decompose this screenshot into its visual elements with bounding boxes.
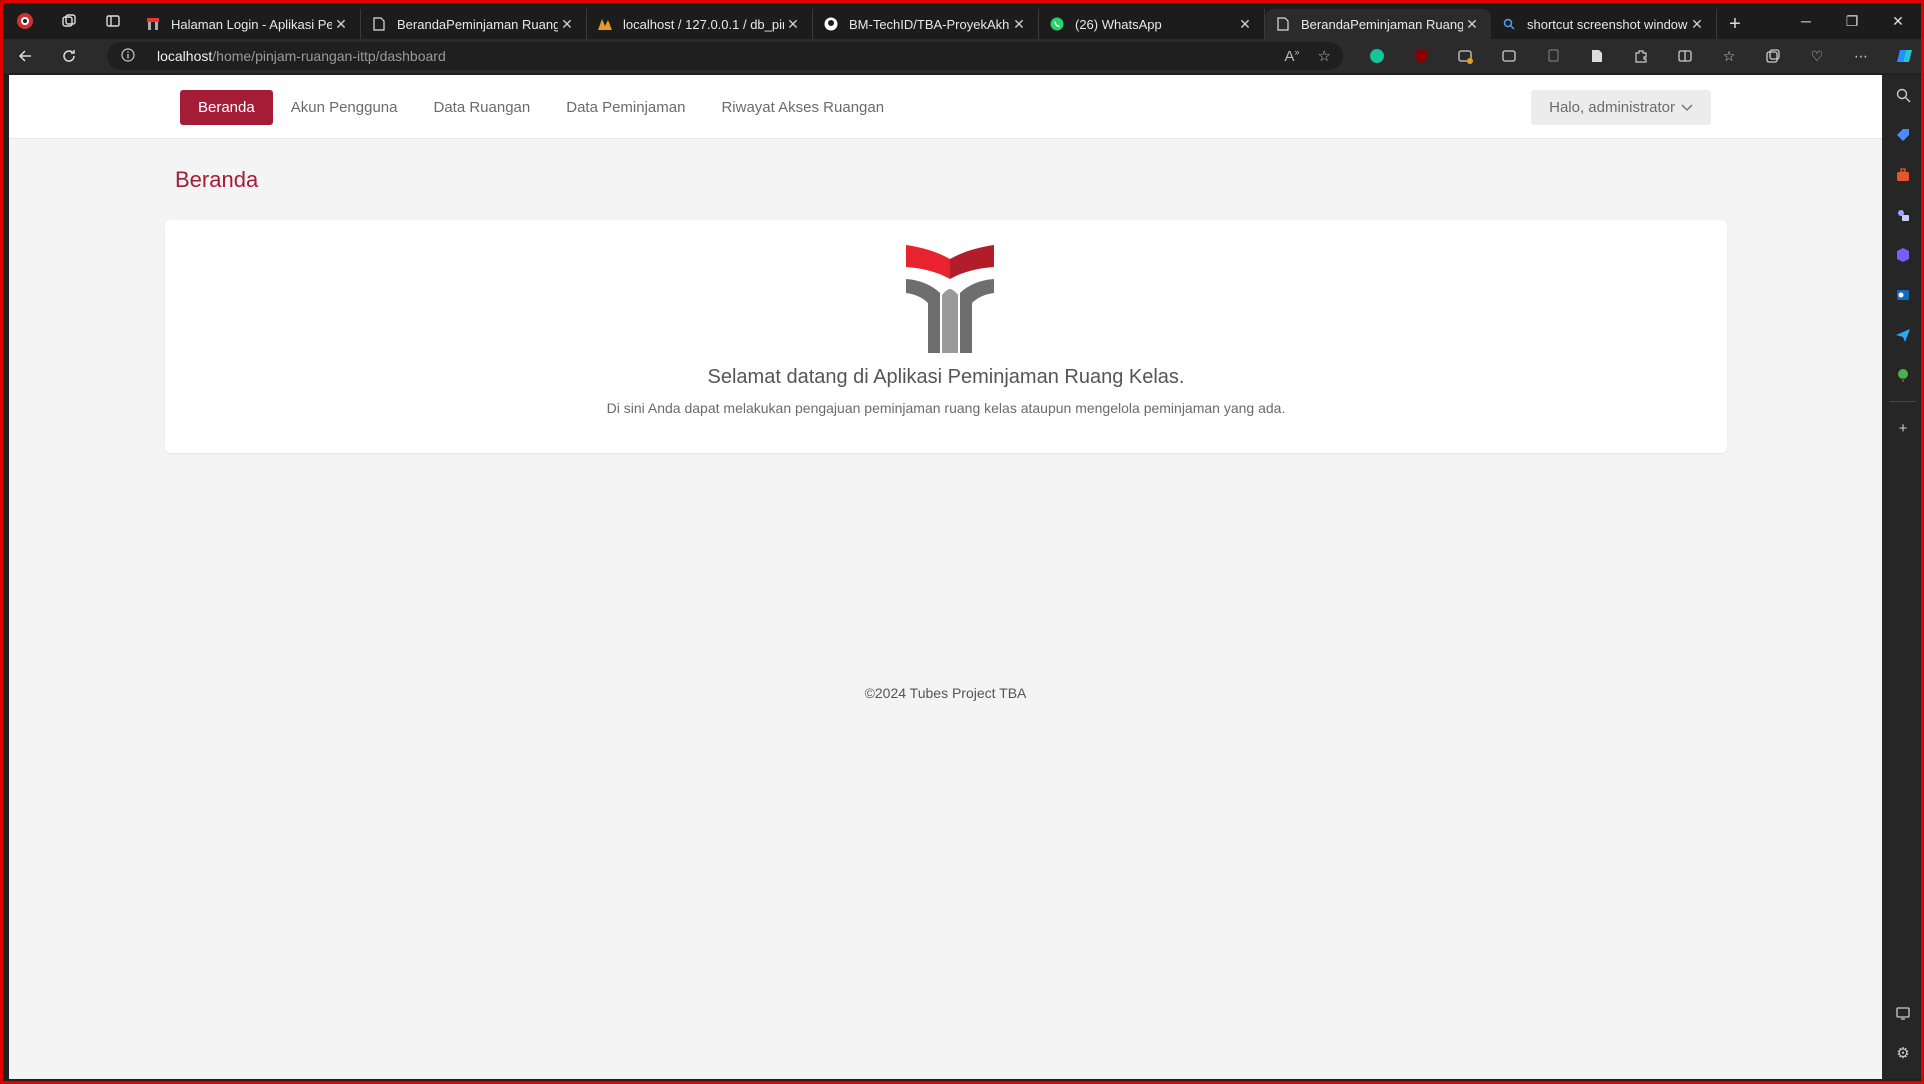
tab-title: BerandaPeminjaman Ruangan [1301,16,1463,32]
user-menu-button[interactable]: Halo, administrator [1531,90,1711,125]
browser-toolbar: localhost/home/pinjam-ruangan-ittp/dashb… [3,39,1921,73]
close-icon[interactable]: ✕ [1688,16,1706,33]
tab-title: (26) WhatsApp [1075,16,1162,32]
nav-item-akun-pengguna[interactable]: Akun Pengguna [273,90,416,125]
page-title: Beranda [175,167,259,192]
settings-gear-icon[interactable]: ⚙ [1882,1033,1921,1073]
grammarly-extension-icon[interactable] [1355,39,1399,73]
welcome-heading: Selamat datang di Aplikasi Peminjaman Ru… [707,366,1185,388]
nav-item-data-ruangan[interactable]: Data Ruangan [415,90,548,125]
split-screen-icon[interactable] [1663,39,1707,73]
nav-item-data-peminjaman[interactable]: Data Peminjaman [548,90,703,125]
microsoft-365-icon[interactable] [1882,235,1921,275]
edge-sidebar: + ⚙ [1882,75,1921,1079]
back-icon[interactable] [3,39,47,73]
browser-window: Halaman Login - Aplikasi Pem ✕ BerandaPe… [0,0,1924,1084]
tree-icon[interactable] [1882,355,1921,395]
outlook-icon[interactable] [1882,275,1921,315]
browser-tab[interactable]: BM-TechID/TBA-ProyekAkhir ✕ [813,9,1039,39]
browser-tab[interactable]: localhost / 127.0.0.1 / db_pinja ✕ [587,9,813,39]
close-icon[interactable]: ✕ [558,16,576,33]
main-nav: Beranda Akun Pengguna Data Ruangan Data … [180,90,902,125]
profile-icon[interactable] [3,3,47,39]
welcome-card: Selamat datang di Aplikasi Peminjaman Ru… [165,220,1727,453]
tab-title: BerandaPeminjaman Ruangan [397,16,558,32]
send-icon[interactable] [1882,315,1921,355]
phpmyadmin-icon [597,16,613,32]
search-icon [1501,16,1517,32]
extensions-puzzle-icon[interactable] [1619,39,1663,73]
browser-tab[interactable]: Halaman Login - Aplikasi Pem ✕ [135,9,361,39]
document-extension-icon[interactable] [1575,39,1619,73]
tab-title: Halaman Login - Aplikasi Pem [171,16,332,32]
site-info-icon[interactable] [121,47,143,65]
minimize-icon[interactable]: ─ [1783,3,1829,39]
sidebar-divider [1890,401,1916,402]
screenshot-icon[interactable] [1882,993,1921,1033]
user-menu-label: Halo, administrator [1549,99,1675,116]
workspaces-icon[interactable] [47,3,91,39]
institution-logo [906,245,994,353]
collections-icon[interactable] [1751,39,1795,73]
search-icon[interactable] [1882,75,1921,115]
chevron-down-icon [1681,99,1693,116]
copy-extension-icon[interactable] [1531,39,1575,73]
tab-actions-icon[interactable] [91,3,135,39]
page-icon [371,16,387,32]
close-icon[interactable]: ✕ [1463,16,1481,33]
tut-wuri-logo-icon [145,16,161,32]
more-menu-icon[interactable]: ⋯ [1839,39,1883,73]
reader-extension-icon[interactable] [1487,39,1531,73]
url-host: localhost [157,48,213,64]
favorite-star-icon[interactable]: ☆ [1318,47,1331,65]
browser-tab[interactable]: BerandaPeminjaman Ruangan ✕ [361,9,587,39]
tab-title: shortcut screenshot windows [1527,16,1688,32]
browser-essentials-icon[interactable]: ♡ [1795,39,1839,73]
close-window-icon[interactable]: ✕ [1875,3,1921,39]
shopping-tag-icon[interactable] [1882,115,1921,155]
tools-icon[interactable] [1882,155,1921,195]
nav-item-beranda[interactable]: Beranda [180,90,273,125]
page-icon [1275,16,1291,32]
new-tab-button[interactable]: + [1717,9,1753,39]
address-bar[interactable]: localhost/home/pinjam-ruangan-ittp/dashb… [107,42,1343,70]
url-path: /home/pinjam-ruangan-ittp/dashboard [212,48,446,64]
browser-tab[interactable]: shortcut screenshot windows ✕ [1491,9,1717,39]
browser-tab-active[interactable]: BerandaPeminjaman Ruangan ✕ [1265,9,1491,39]
close-icon[interactable]: ✕ [1236,16,1254,33]
tab-strip: Halaman Login - Aplikasi Pem ✕ BerandaPe… [3,3,1921,39]
read-aloud-icon[interactable]: A» [1285,47,1300,65]
welcome-description: Di sini Anda dapat melakukan pengajuan p… [606,400,1286,416]
favorites-icon[interactable]: ☆ [1707,39,1751,73]
tab-title: localhost / 127.0.0.1 / db_pinja [623,16,784,32]
nav-item-riwayat-akses-ruangan[interactable]: Riwayat Akses Ruangan [703,90,902,125]
ublock-extension-icon[interactable] [1399,39,1443,73]
github-icon [823,16,839,32]
close-icon[interactable]: ✕ [1010,16,1028,33]
close-icon[interactable]: ✕ [332,16,350,33]
app-navbar: Beranda Akun Pengguna Data Ruangan Data … [9,75,1882,139]
restore-icon[interactable]: ❐ [1829,3,1875,39]
copilot-icon[interactable] [1883,39,1921,73]
tab-title: BM-TechID/TBA-ProyekAkhir [849,16,1010,32]
whatsapp-icon [1049,16,1065,32]
extension-icon[interactable] [1443,39,1487,73]
browser-tab[interactable]: (26) WhatsApp ✕ [1039,9,1265,39]
games-icon[interactable] [1882,195,1921,235]
add-icon[interactable]: + [1882,408,1921,448]
page-footer: ©2024 Tubes Project TBA [864,685,1027,701]
url-text[interactable]: localhost/home/pinjam-ruangan-ittp/dashb… [157,48,446,64]
page-viewport: Beranda Akun Pengguna Data Ruangan Data … [9,75,1882,1079]
refresh-icon[interactable] [47,39,91,73]
close-icon[interactable]: ✕ [784,16,802,33]
window-bottom-edge [3,1079,1921,1081]
